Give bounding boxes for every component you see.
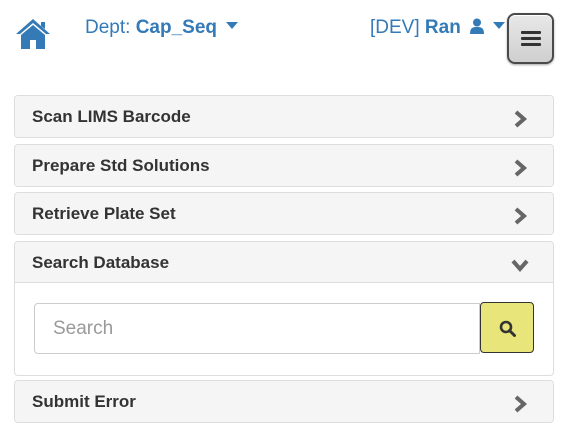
- chevron-right-icon: [514, 395, 528, 413]
- panel-heading-search-database[interactable]: Search Database: [15, 242, 553, 283]
- dept-prefix: Dept:: [85, 17, 131, 38]
- chevron-down-icon: [511, 259, 529, 273]
- user-name: Ran: [424, 17, 461, 38]
- panel-title: Prepare Std Solutions: [32, 156, 210, 175]
- hamburger-icon: [521, 31, 541, 34]
- user-menu[interactable]: [DEV] Ran: [370, 17, 506, 39]
- panel-scan-lims-barcode: Scan LIMS Barcode: [14, 95, 554, 138]
- hamburger-menu-button[interactable]: [507, 13, 554, 64]
- user-icon: [470, 18, 485, 34]
- search-input[interactable]: [34, 303, 480, 354]
- panel-title: Submit Error: [32, 392, 136, 411]
- panel-heading-submit-error[interactable]: Submit Error: [15, 381, 553, 422]
- chevron-right-icon: [514, 207, 528, 225]
- panel-heading-retrieve-plate-set[interactable]: Retrieve Plate Set: [15, 193, 553, 234]
- home-icon[interactable]: [15, 17, 51, 51]
- dept-name: Cap_Seq: [135, 17, 218, 38]
- panel-prepare-std-solutions: Prepare Std Solutions: [14, 144, 554, 187]
- search-icon: [499, 320, 516, 337]
- panel-title: Scan LIMS Barcode: [32, 107, 191, 126]
- panel-retrieve-plate-set: Retrieve Plate Set: [14, 192, 554, 235]
- panel-submit-error: Submit Error: [14, 380, 554, 423]
- panel-title: Retrieve Plate Set: [32, 204, 176, 223]
- caret-down-icon: [493, 22, 506, 30]
- panel-heading-scan-lims-barcode[interactable]: Scan LIMS Barcode: [15, 96, 553, 137]
- panel-body-search: [15, 283, 553, 375]
- dept-selector[interactable]: Dept: Cap_Seq: [85, 17, 239, 39]
- hamburger-icon-bar: [521, 43, 541, 46]
- env-tag: [DEV]: [370, 17, 420, 38]
- panel-title: Search Database: [32, 253, 170, 272]
- search-button[interactable]: [480, 302, 534, 353]
- caret-down-icon: [226, 22, 239, 30]
- hamburger-icon-bar: [521, 37, 541, 40]
- chevron-right-icon: [514, 110, 528, 128]
- panel-search-database: Search Database: [14, 241, 554, 376]
- chevron-right-icon: [514, 159, 528, 177]
- panel-heading-prepare-std-solutions[interactable]: Prepare Std Solutions: [15, 145, 553, 186]
